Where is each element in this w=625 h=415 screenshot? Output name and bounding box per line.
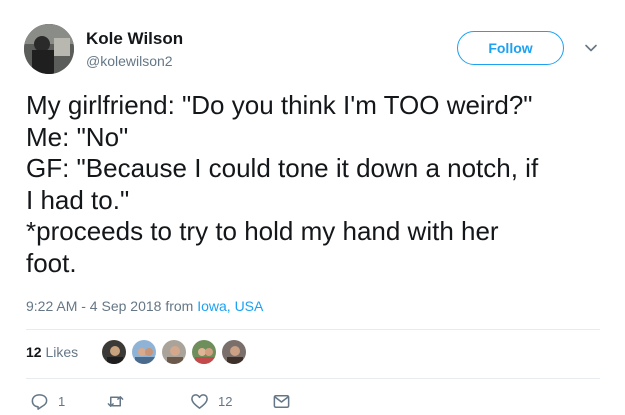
liker-avatar[interactable] <box>131 339 157 365</box>
liker-avatar[interactable] <box>101 339 127 365</box>
retweet-button[interactable] <box>106 392 134 411</box>
likes-label: Likes <box>45 344 79 360</box>
location-link[interactable]: Iowa, USA <box>197 298 263 314</box>
follow-button[interactable]: Follow <box>457 31 564 65</box>
liker-avatar[interactable] <box>191 339 217 365</box>
divider <box>26 329 600 330</box>
reply-count: 1 <box>58 394 66 409</box>
tweet-line: I had to." <box>26 184 130 215</box>
tweet-text: My girlfriend: "Do you think I'm TOO wei… <box>26 90 611 279</box>
tweet-line: foot. <box>26 247 77 278</box>
tweet-line: GF: "Because I could tone it down a notc… <box>26 153 539 183</box>
tweet-line: Me: "No" <box>26 121 129 152</box>
liker-avatar[interactable] <box>221 339 247 365</box>
from-label: from <box>165 298 194 314</box>
direct-message-button[interactable] <box>272 392 291 411</box>
chevron-down-icon[interactable] <box>583 40 599 56</box>
retweet-icon <box>107 395 124 408</box>
likes-stat[interactable]: 12 Likes <box>26 344 78 360</box>
display-name[interactable]: Kole Wilson <box>86 29 183 49</box>
tweet-metadata: 9:22 AM - 4 Sep 2018 from Iowa, USA <box>26 298 263 314</box>
reply-button[interactable]: 1 <box>30 392 65 411</box>
like-count: 12 <box>218 394 233 409</box>
heart-icon <box>191 394 208 409</box>
avatar[interactable] <box>24 24 74 74</box>
liker-avatar[interactable] <box>161 339 187 365</box>
timestamp[interactable]: 9:22 AM - 4 Sep 2018 <box>26 298 161 314</box>
tweet-line: My girlfriend: "Do you think I'm TOO wei… <box>26 90 533 120</box>
liker-avatars <box>101 339 251 365</box>
user-handle[interactable]: @kolewilson2 <box>86 53 173 69</box>
message-icon <box>273 395 290 408</box>
divider <box>26 378 600 379</box>
reply-icon <box>31 394 48 410</box>
like-button[interactable]: 12 <box>190 392 232 411</box>
likes-count: 12 <box>26 344 42 360</box>
tweet-line: *proceeds to try to hold my hand with he… <box>26 216 499 246</box>
